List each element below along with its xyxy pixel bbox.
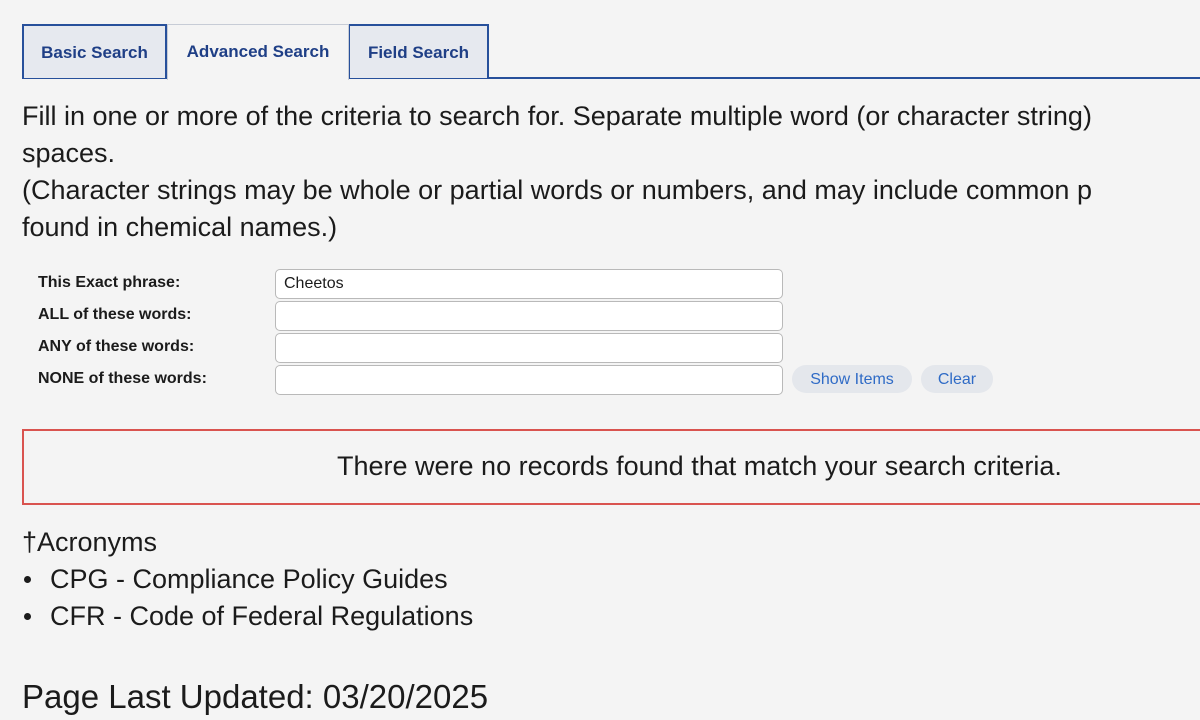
show-items-button[interactable]: Show Items — [792, 365, 912, 393]
all-words-input[interactable] — [275, 301, 783, 331]
search-instructions: Fill in one or more of the criteria to s… — [22, 98, 1200, 246]
any-words-input[interactable] — [275, 333, 783, 363]
bullet-icon — [24, 613, 31, 620]
instructions-line: spaces. — [22, 138, 116, 168]
top-cut-link-text — [0, 0, 1200, 2]
acronyms-heading: †Acronyms — [22, 527, 158, 557]
tab-advanced-search[interactable]: Advanced Search — [167, 24, 349, 80]
page-last-updated: Page Last Updated: 03/20/2025 — [22, 678, 489, 715]
no-results-message-box: There were no records found that match y… — [22, 429, 1200, 505]
acronym-text: CPG - Compliance Policy Guides — [50, 564, 448, 594]
list-item: CPG - Compliance Policy Guides — [22, 561, 473, 598]
instructions-line: (Character strings may be whole or parti… — [22, 175, 1092, 205]
instructions-line: found in chemical names.) — [22, 212, 338, 242]
any-words-row: ANY of these words: — [38, 332, 1038, 364]
exact-phrase-label: This Exact phrase: — [38, 274, 181, 291]
instructions-line: Fill in one or more of the criteria to s… — [22, 101, 1092, 131]
list-item: CFR - Code of Federal Regulations — [22, 598, 473, 635]
any-words-label: ANY of these words: — [38, 338, 195, 355]
tab-basic-search[interactable]: Basic Search — [22, 24, 167, 78]
none-words-input[interactable] — [275, 365, 783, 395]
page: Basic Search Advanced Search Field Searc… — [0, 0, 1200, 720]
all-words-label: ALL of these words: — [38, 306, 192, 323]
exact-phrase-row: This Exact phrase: — [38, 268, 1038, 300]
acronym-text: CFR - Code of Federal Regulations — [50, 601, 474, 631]
all-words-row: ALL of these words: — [38, 300, 1038, 332]
acronyms-list: CPG - Compliance Policy Guides CFR - Cod… — [22, 561, 473, 635]
acronyms-section: †Acronyms CPG - Compliance Policy Guides… — [22, 524, 473, 635]
search-tabs: Basic Search Advanced Search Field Searc… — [22, 24, 1200, 80]
clear-button[interactable]: Clear — [921, 365, 993, 393]
none-words-label: NONE of these words: — [38, 370, 207, 387]
bullet-icon — [24, 576, 31, 583]
exact-phrase-input[interactable] — [275, 269, 783, 299]
none-words-row: NONE of these words: Show Items Clear — [38, 364, 1038, 396]
tab-field-search[interactable]: Field Search — [348, 24, 489, 78]
no-results-message: There were no records found that match y… — [337, 451, 1062, 481]
advanced-search-form: This Exact phrase: ALL of these words: A… — [38, 268, 1038, 396]
